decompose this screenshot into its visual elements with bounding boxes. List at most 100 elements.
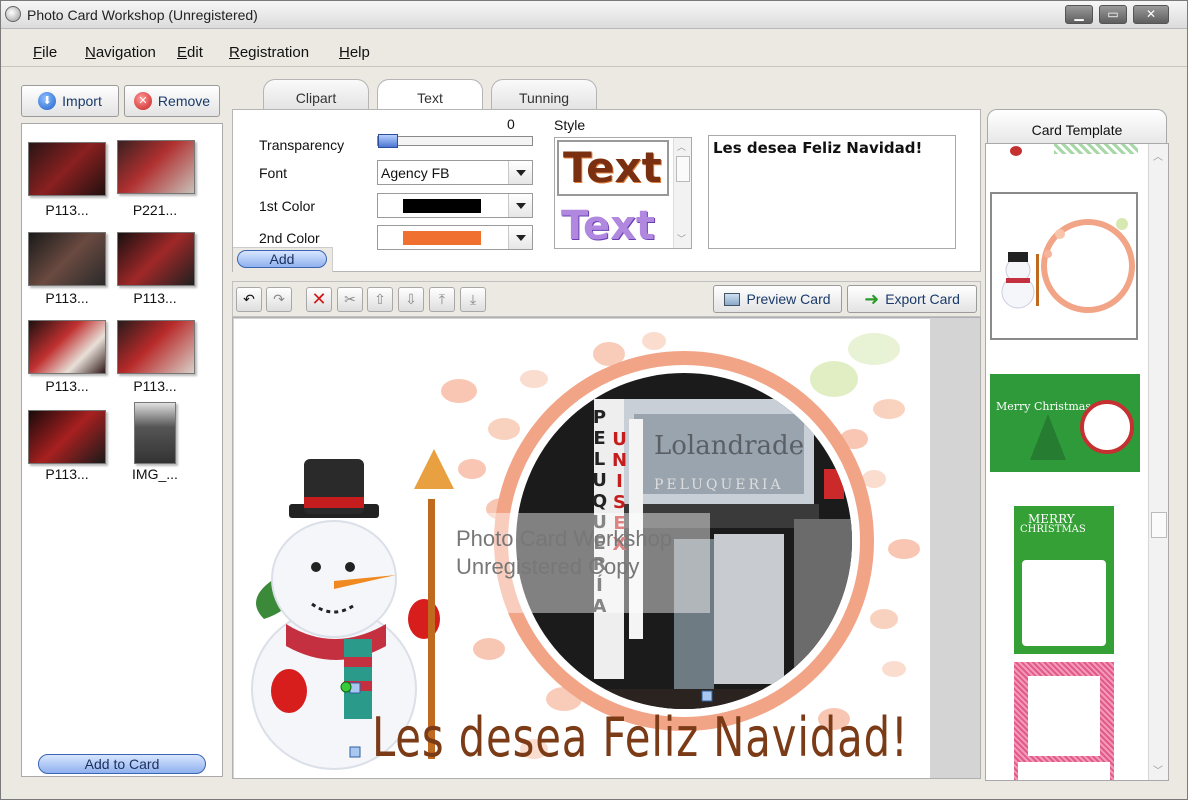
style-label: Style — [554, 117, 586, 133]
scroll-thumb[interactable] — [676, 156, 690, 182]
font-select[interactable]: Agency FB — [377, 160, 533, 185]
photo-thumbnail[interactable] — [134, 402, 176, 464]
selection-handle[interactable] — [349, 682, 361, 694]
add-to-card-button[interactable]: Add to Card — [38, 754, 206, 774]
tab-clipart[interactable]: Clipart — [263, 79, 369, 111]
card-canvas[interactable]: Lolandrade PELUQUERIA PELUQUERÍA UNISEX … — [234, 319, 930, 778]
menu-edit[interactable]: Edit — [177, 44, 203, 61]
color1-swatch — [403, 199, 481, 213]
template-item[interactable] — [1014, 662, 1114, 780]
import-label: Import — [62, 93, 102, 109]
color1-label: 1st Color — [259, 198, 316, 214]
color2-label: 2nd Color — [259, 230, 320, 246]
redo-icon[interactable]: ↷ — [266, 287, 292, 312]
minimize-button[interactable]: ▁ — [1065, 5, 1093, 24]
menu-file[interactable]: File — [33, 44, 57, 61]
template-snowman-preview — [1001, 218, 1135, 313]
import-icon: ⬇ — [38, 92, 57, 110]
move-up-icon[interactable]: ⇧ — [367, 287, 393, 312]
watermark-line-2: Unregistered Copy — [456, 554, 640, 579]
transparency-slider[interactable] — [377, 134, 533, 148]
template-text: Merry Christmas — [996, 400, 1091, 413]
close-button[interactable]: ✕ — [1133, 5, 1169, 24]
remove-button[interactable]: ✕ Remove — [124, 85, 220, 117]
edit-toolbar: ↶ ↷ ✕ ✂ ⇧ ⇩ ⤒ ⤓ Preview Card ➜ Export Ca… — [232, 281, 981, 317]
transparency-slider-thumb[interactable] — [378, 134, 398, 148]
photo-label: P113... — [133, 290, 177, 306]
style-list[interactable]: Text Text ︿ ﹀ — [554, 137, 692, 249]
template-list-panel: Merry Christmas MERRY CHRISTMAS ︿ ﹀ — [985, 143, 1169, 781]
template-scrollbar[interactable]: ︿ ﹀ — [1148, 144, 1168, 780]
card-template-tab[interactable]: Card Template — [987, 109, 1167, 145]
move-down-icon[interactable]: ⇩ — [398, 287, 424, 312]
watermark-line-1: Photo Card Workshop — [456, 526, 673, 551]
scroll-thumb[interactable] — [1151, 512, 1167, 538]
export-card-button[interactable]: ➜ Export Card — [847, 285, 977, 313]
template-item[interactable]: Merry Christmas — [990, 374, 1140, 472]
delete-icon[interactable]: ✕ — [306, 287, 332, 312]
export-card-label: Export Card — [885, 291, 960, 307]
style-sample-1[interactable]: Text — [557, 140, 669, 196]
photo-thumbnail[interactable] — [117, 232, 195, 286]
style-sample-2[interactable]: Text — [557, 202, 669, 248]
title-bar: Photo Card Workshop (Unregistered) ▁ ▭ ✕ — [1, 1, 1187, 29]
template-item[interactable] — [990, 144, 1140, 158]
template-item-selected[interactable] — [990, 192, 1138, 340]
remove-icon: ✕ — [133, 92, 152, 110]
greeting-text[interactable]: Les desea Feliz Navidad! — [372, 707, 908, 769]
tab-text[interactable]: Text — [377, 79, 483, 113]
photo-thumbnail[interactable] — [117, 320, 195, 374]
photo-thumbnail[interactable] — [117, 140, 195, 194]
menu-navigation[interactable]: Navigation — [85, 44, 156, 61]
photo-label: P113... — [133, 378, 177, 394]
text-settings-panel: Transparency 0 Font Agency FB 1st Color … — [232, 109, 981, 272]
export-arrow-icon: ➜ — [864, 288, 880, 309]
bring-to-front-icon[interactable]: ⤒ — [429, 287, 455, 312]
photo-label: P113... — [45, 466, 89, 482]
transparency-label: Transparency — [259, 137, 345, 153]
photo-thumbnail[interactable] — [28, 320, 106, 374]
scroll-up-icon[interactable]: ︿ — [677, 140, 686, 153]
tab-tunning[interactable]: Tunning — [491, 79, 597, 111]
photo-thumbnail[interactable] — [28, 142, 106, 196]
text-input[interactable]: Les desea Feliz Navidad! — [708, 135, 956, 249]
photo-label: P113... — [45, 290, 89, 306]
app-icon — [5, 6, 21, 22]
rotate-handle[interactable] — [340, 681, 352, 693]
selection-handle[interactable] — [701, 690, 713, 702]
scroll-down-icon[interactable]: ﹀ — [677, 232, 686, 245]
style-list-scrollbar[interactable]: ︿ ﹀ — [673, 138, 691, 248]
chevron-down-icon[interactable] — [508, 194, 532, 217]
photo-thumbnail[interactable] — [28, 410, 106, 464]
color2-select[interactable] — [377, 225, 533, 250]
photo-label: P221... — [132, 202, 178, 218]
menu-bar: File Navigation Edit Registration Help — [1, 31, 1187, 67]
menu-help[interactable]: Help — [339, 44, 370, 61]
undo-icon[interactable]: ↶ — [236, 287, 262, 312]
add-button-bar: Add — [233, 247, 333, 272]
menu-registration[interactable]: Registration — [229, 44, 309, 61]
add-text-button[interactable]: Add — [237, 250, 327, 268]
unregistered-watermark: Photo Card Workshop Unregistered Copy — [440, 513, 710, 613]
remove-label: Remove — [157, 93, 211, 109]
font-label: Font — [259, 165, 288, 181]
template-item[interactable]: MERRY CHRISTMAS — [1014, 506, 1114, 654]
preview-card-button[interactable]: Preview Card — [713, 285, 842, 313]
cut-icon[interactable]: ✂ — [337, 287, 363, 312]
maximize-button[interactable]: ▭ — [1099, 5, 1127, 24]
chevron-down-icon[interactable] — [508, 226, 532, 249]
font-select-value: Agency FB — [381, 165, 450, 181]
scroll-down-icon[interactable]: ﹀ — [1153, 762, 1163, 777]
photo-thumbnail[interactable] — [28, 232, 106, 286]
send-to-back-icon[interactable]: ⤓ — [460, 287, 486, 312]
photo-label: P113... — [45, 378, 89, 394]
scroll-up-icon[interactable]: ︿ — [1153, 148, 1163, 163]
card-canvas-area: Lolandrade PELUQUERIA PELUQUERÍA UNISEX … — [232, 317, 981, 779]
chevron-down-icon[interactable] — [508, 161, 532, 184]
app-window: Photo Card Workshop (Unregistered) ▁ ▭ ✕… — [0, 0, 1188, 800]
import-button[interactable]: ⬇ Import — [21, 85, 119, 117]
selection-handle[interactable] — [349, 746, 361, 758]
color1-select[interactable] — [377, 193, 533, 218]
sign-text: Lolandrade — [654, 431, 804, 461]
color2-swatch — [403, 231, 481, 245]
